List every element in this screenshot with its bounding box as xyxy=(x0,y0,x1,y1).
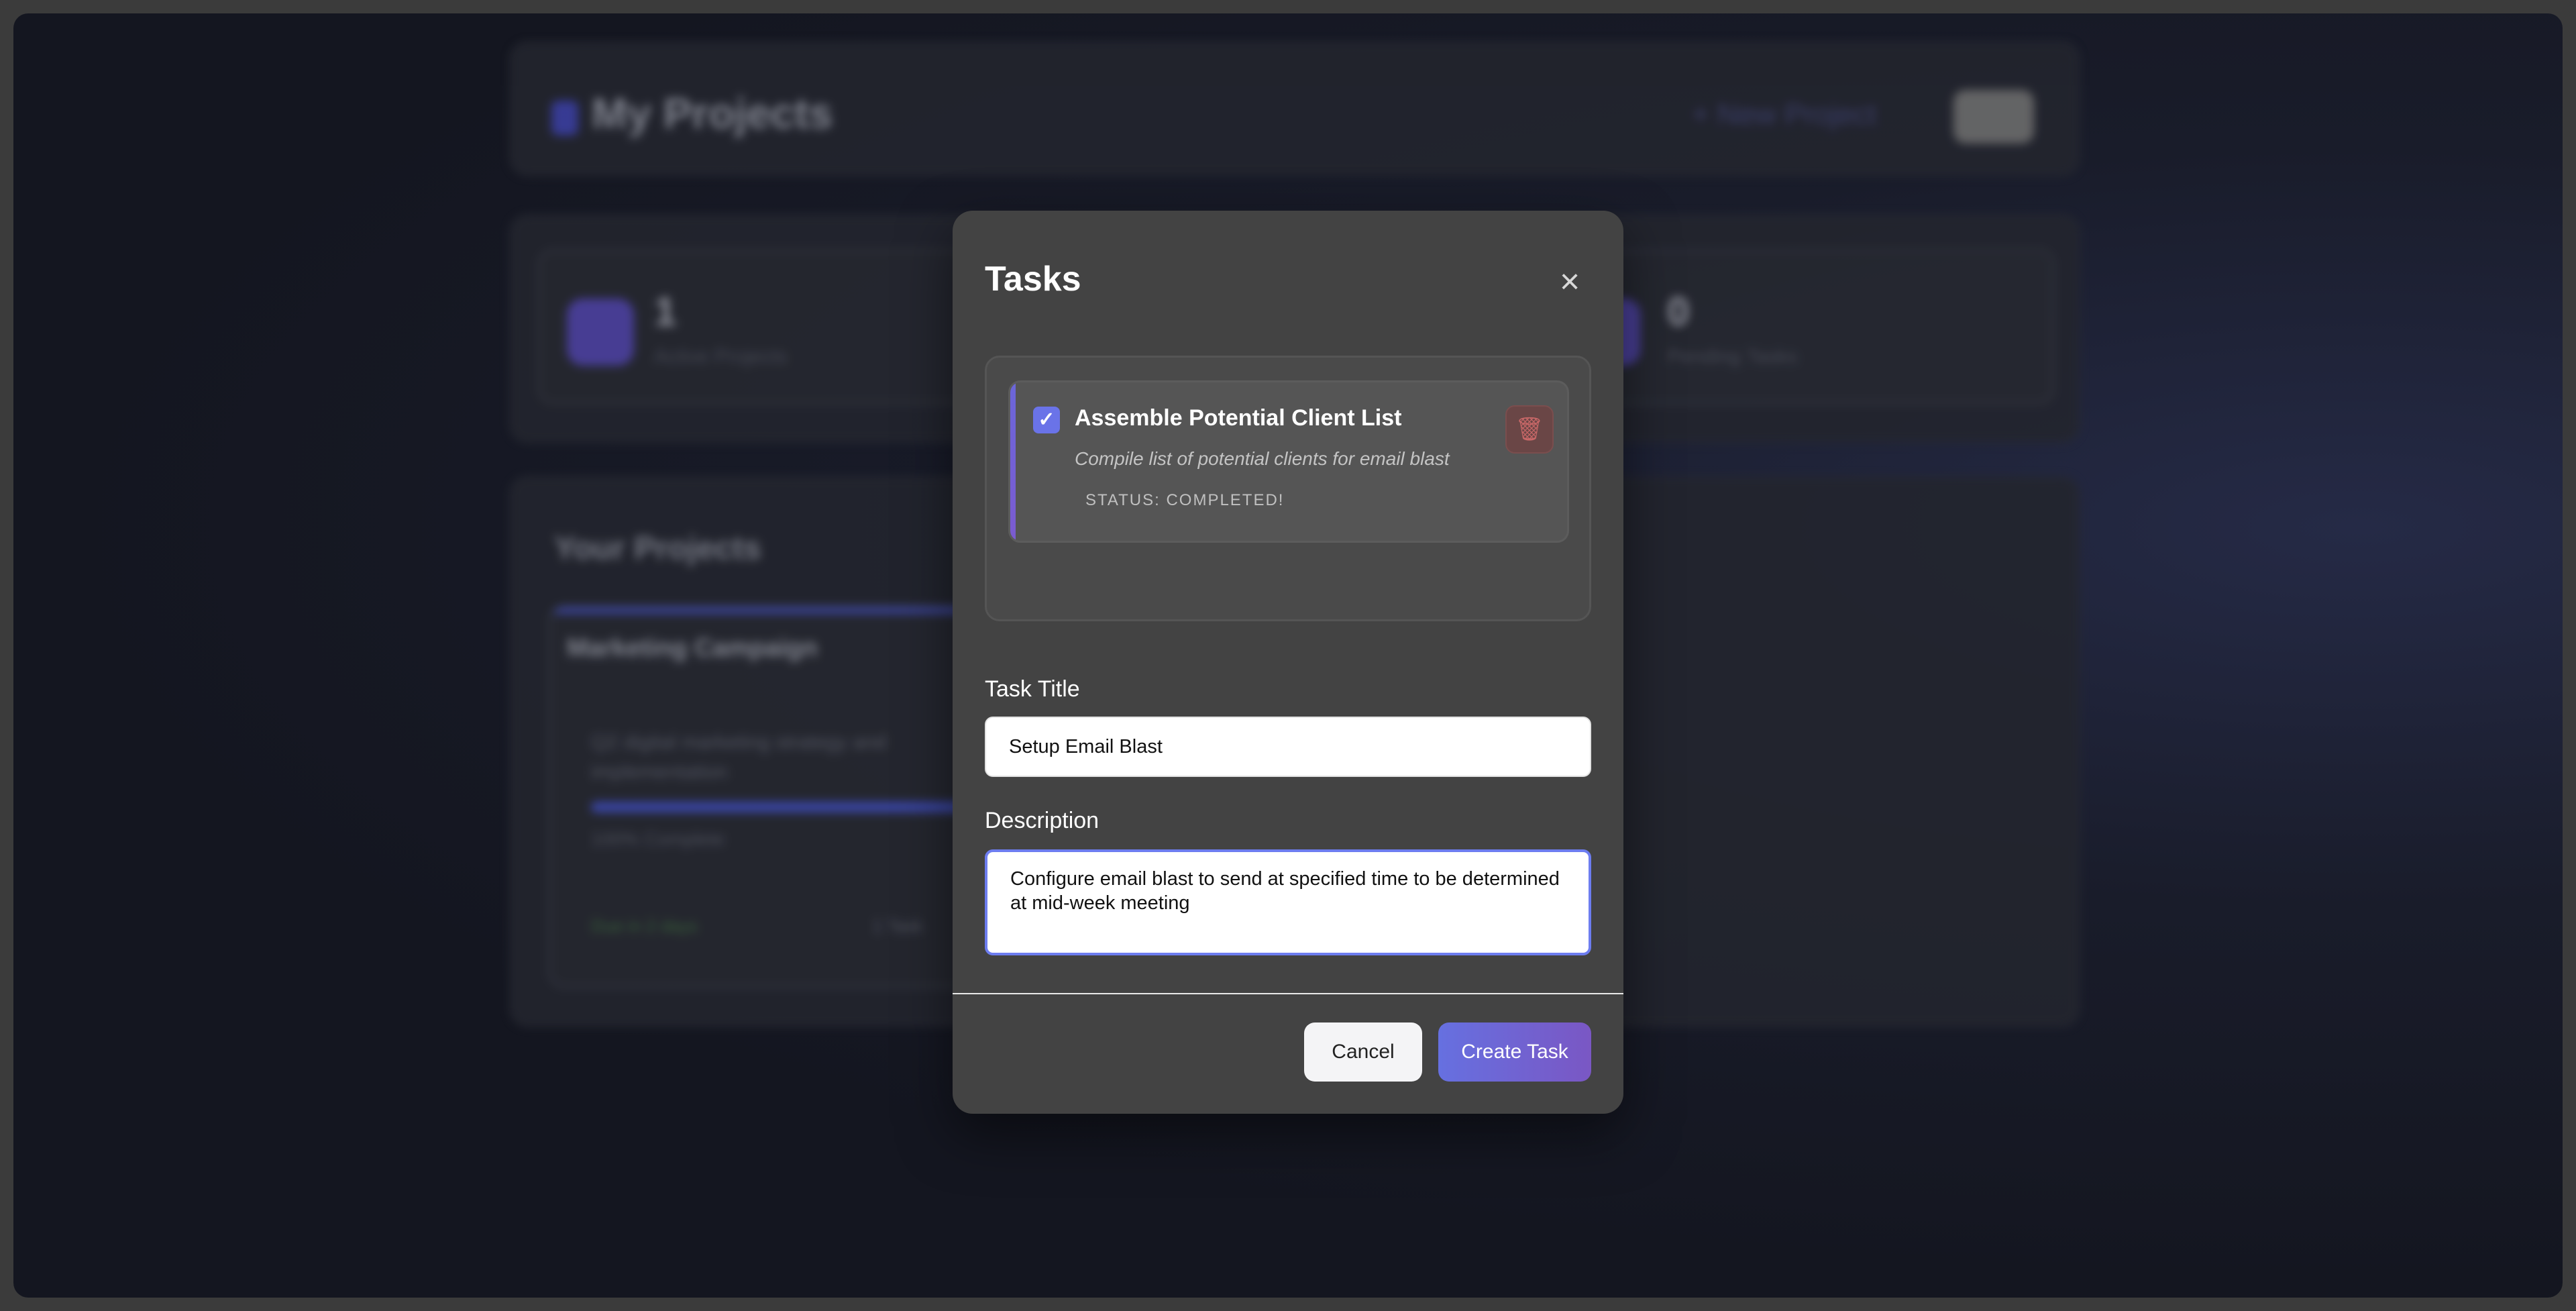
stat-pending-value: 0 xyxy=(1667,289,1690,334)
project-due: Due in 2 days xyxy=(591,916,698,936)
modal-title: Tasks xyxy=(985,260,1081,299)
stat-active-label: Active Projects xyxy=(654,346,788,368)
folder-icon xyxy=(551,101,578,136)
task-item: ✓ Assemble Potential Client List Compile… xyxy=(1008,380,1569,543)
task-title: Assemble Potential Client List xyxy=(1075,405,1402,431)
project-name: Marketing Campaign xyxy=(567,634,818,662)
task-accent-bar xyxy=(1010,382,1016,541)
task-checkbox[interactable]: ✓ xyxy=(1033,407,1060,433)
task-description: Compile list of potential clients for em… xyxy=(1075,448,1450,469)
description-label: Description xyxy=(985,808,1099,833)
task-list: ✓ Assemble Potential Client List Compile… xyxy=(985,356,1591,621)
cancel-button[interactable]: Cancel xyxy=(1304,1022,1422,1082)
create-task-button[interactable]: Create Task xyxy=(1438,1022,1591,1082)
task-title-input[interactable]: Setup Email Blast xyxy=(985,717,1591,777)
new-project-button[interactable]: + New Project xyxy=(1692,98,1876,132)
footer-divider xyxy=(953,993,1623,994)
task-status: STATUS: COMPLETED! xyxy=(1085,491,1285,509)
task-title-label: Task Title xyxy=(985,676,1080,702)
trash-icon[interactable]: 🗑 xyxy=(1505,405,1554,454)
tasks-modal: Tasks × ✓ Assemble Potential Client List… xyxy=(953,211,1623,1114)
project-task-count: 1 Task xyxy=(873,916,923,936)
app-title: My Projects xyxy=(592,89,833,138)
description-textarea[interactable]: Configure email blast to send at specifi… xyxy=(985,849,1591,955)
stat-active-value: 1 xyxy=(654,289,677,334)
projects-title: Your Projects xyxy=(554,531,761,566)
close-icon[interactable]: × xyxy=(1550,262,1590,302)
app-header: My Projects + New Project xyxy=(510,42,2080,176)
app-window: My Projects + New Project 1 Active Proje… xyxy=(13,13,2563,1298)
project-description: Q2 digital marketing strategy and implem… xyxy=(591,731,887,783)
project-stat-icon xyxy=(567,299,634,366)
stat-pending-label: Pending Tasks xyxy=(1667,346,1798,368)
settings-button[interactable] xyxy=(1953,90,2034,144)
project-progress-label: 100% Complete xyxy=(591,829,725,849)
